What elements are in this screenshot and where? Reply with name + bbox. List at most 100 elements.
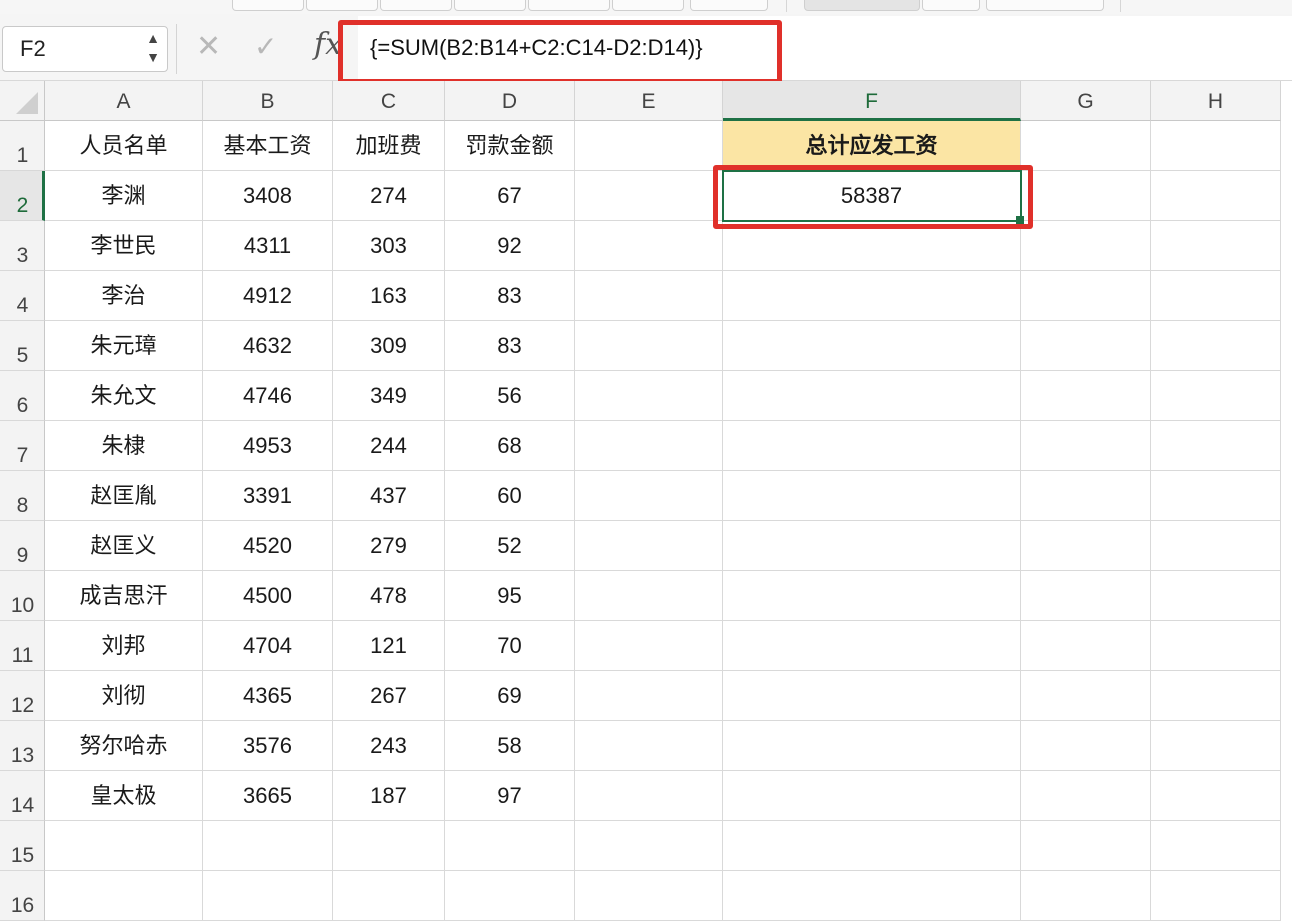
cell-g5[interactable] bbox=[1021, 321, 1151, 371]
cell-b3[interactable]: 4311 bbox=[203, 221, 333, 271]
cell-b7[interactable]: 4953 bbox=[203, 421, 333, 471]
cell-h2[interactable] bbox=[1151, 171, 1281, 221]
cell-d4[interactable]: 83 bbox=[445, 271, 575, 321]
cell-f15[interactable] bbox=[723, 821, 1021, 871]
column-header-c[interactable]: C bbox=[333, 81, 445, 121]
cell-a9[interactable]: 赵匡义 bbox=[45, 521, 203, 571]
cell-f2[interactable]: 58387 bbox=[723, 171, 1021, 221]
cell-c10[interactable]: 478 bbox=[333, 571, 445, 621]
cell-a14[interactable]: 皇太极 bbox=[45, 771, 203, 821]
cell-d2[interactable]: 67 bbox=[445, 171, 575, 221]
cell-h4[interactable] bbox=[1151, 271, 1281, 321]
cancel-icon[interactable]: ✕ bbox=[196, 32, 221, 62]
toolbar-button[interactable] bbox=[922, 0, 980, 11]
cell-a3[interactable]: 李世民 bbox=[45, 221, 203, 271]
row-header-3[interactable]: 3 bbox=[0, 221, 45, 271]
cell-f14[interactable] bbox=[723, 771, 1021, 821]
cell-h12[interactable] bbox=[1151, 671, 1281, 721]
cell-d6[interactable]: 56 bbox=[445, 371, 575, 421]
column-header-g[interactable]: G bbox=[1021, 81, 1151, 121]
cell-h9[interactable] bbox=[1151, 521, 1281, 571]
cell-h3[interactable] bbox=[1151, 221, 1281, 271]
cell-a11[interactable]: 刘邦 bbox=[45, 621, 203, 671]
column-header-e[interactable]: E bbox=[575, 81, 723, 121]
cell-d3[interactable]: 92 bbox=[445, 221, 575, 271]
toolbar-button[interactable] bbox=[690, 0, 768, 11]
cell-h15[interactable] bbox=[1151, 821, 1281, 871]
cell-b4[interactable]: 4912 bbox=[203, 271, 333, 321]
cell-f4[interactable] bbox=[723, 271, 1021, 321]
cell-a1[interactable]: 人员名单 bbox=[45, 121, 203, 171]
column-header-d[interactable]: D bbox=[445, 81, 575, 121]
cell-e5[interactable] bbox=[575, 321, 723, 371]
row-header-9[interactable]: 9 bbox=[0, 521, 45, 571]
cell-h6[interactable] bbox=[1151, 371, 1281, 421]
cell-e12[interactable] bbox=[575, 671, 723, 721]
cell-a16[interactable] bbox=[45, 871, 203, 921]
cell-f5[interactable] bbox=[723, 321, 1021, 371]
cell-f12[interactable] bbox=[723, 671, 1021, 721]
cell-d15[interactable] bbox=[445, 821, 575, 871]
cell-b14[interactable]: 3665 bbox=[203, 771, 333, 821]
cell-e14[interactable] bbox=[575, 771, 723, 821]
cell-h5[interactable] bbox=[1151, 321, 1281, 371]
cell-d5[interactable]: 83 bbox=[445, 321, 575, 371]
cell-e1[interactable] bbox=[575, 121, 723, 171]
cell-a15[interactable] bbox=[45, 821, 203, 871]
cell-e8[interactable] bbox=[575, 471, 723, 521]
cell-a13[interactable]: 努尔哈赤 bbox=[45, 721, 203, 771]
column-header-f[interactable]: F bbox=[723, 81, 1021, 121]
cell-g7[interactable] bbox=[1021, 421, 1151, 471]
cell-b1[interactable]: 基本工资 bbox=[203, 121, 333, 171]
cell-a10[interactable]: 成吉思汗 bbox=[45, 571, 203, 621]
cell-f9[interactable] bbox=[723, 521, 1021, 571]
cell-h11[interactable] bbox=[1151, 621, 1281, 671]
row-header-4[interactable]: 4 bbox=[0, 271, 45, 321]
cell-a5[interactable]: 朱元璋 bbox=[45, 321, 203, 371]
cell-d11[interactable]: 70 bbox=[445, 621, 575, 671]
cell-g9[interactable] bbox=[1021, 521, 1151, 571]
column-header-b[interactable]: B bbox=[203, 81, 333, 121]
cell-f6[interactable] bbox=[723, 371, 1021, 421]
cell-a2[interactable]: 李渊 bbox=[45, 171, 203, 221]
cell-b5[interactable]: 4632 bbox=[203, 321, 333, 371]
cell-c16[interactable] bbox=[333, 871, 445, 921]
cell-d10[interactable]: 95 bbox=[445, 571, 575, 621]
cell-d1[interactable]: 罚款金额 bbox=[445, 121, 575, 171]
cell-b13[interactable]: 3576 bbox=[203, 721, 333, 771]
cell-e15[interactable] bbox=[575, 821, 723, 871]
cell-a6[interactable]: 朱允文 bbox=[45, 371, 203, 421]
cell-f16[interactable] bbox=[723, 871, 1021, 921]
cell-e4[interactable] bbox=[575, 271, 723, 321]
cell-g14[interactable] bbox=[1021, 771, 1151, 821]
cell-h14[interactable] bbox=[1151, 771, 1281, 821]
cell-c13[interactable]: 243 bbox=[333, 721, 445, 771]
cell-f11[interactable] bbox=[723, 621, 1021, 671]
cell-b15[interactable] bbox=[203, 821, 333, 871]
cell-f13[interactable] bbox=[723, 721, 1021, 771]
cell-g12[interactable] bbox=[1021, 671, 1151, 721]
row-header-13[interactable]: 13 bbox=[0, 721, 45, 771]
row-header-12[interactable]: 12 bbox=[0, 671, 45, 721]
cell-d16[interactable] bbox=[445, 871, 575, 921]
cell-c7[interactable]: 244 bbox=[333, 421, 445, 471]
cell-g10[interactable] bbox=[1021, 571, 1151, 621]
cell-d14[interactable]: 97 bbox=[445, 771, 575, 821]
cell-d13[interactable]: 58 bbox=[445, 721, 575, 771]
fill-handle[interactable] bbox=[1016, 216, 1024, 224]
name-box-stepper-icon[interactable]: ▲ ▼ bbox=[145, 29, 161, 69]
column-header-h[interactable]: H bbox=[1151, 81, 1281, 121]
row-header-8[interactable]: 8 bbox=[0, 471, 45, 521]
cell-h10[interactable] bbox=[1151, 571, 1281, 621]
cell-b6[interactable]: 4746 bbox=[203, 371, 333, 421]
cell-a4[interactable]: 李治 bbox=[45, 271, 203, 321]
toolbar-button[interactable] bbox=[528, 0, 610, 11]
cell-c15[interactable] bbox=[333, 821, 445, 871]
cell-a12[interactable]: 刘彻 bbox=[45, 671, 203, 721]
cell-d8[interactable]: 60 bbox=[445, 471, 575, 521]
cell-d12[interactable]: 69 bbox=[445, 671, 575, 721]
cell-a8[interactable]: 赵匡胤 bbox=[45, 471, 203, 521]
cell-e3[interactable] bbox=[575, 221, 723, 271]
toolbar-button[interactable] bbox=[306, 0, 378, 11]
cell-g1[interactable] bbox=[1021, 121, 1151, 171]
